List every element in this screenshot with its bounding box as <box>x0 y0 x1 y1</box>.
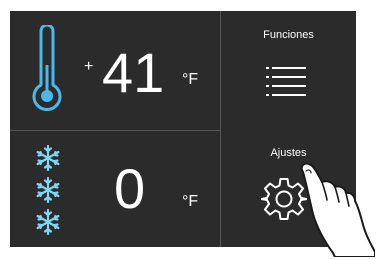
temperature-sign: + <box>84 58 94 75</box>
functions-label: Funciones <box>263 29 314 41</box>
menu-icon <box>266 67 306 96</box>
fridge-temperature-section[interactable]: + 41 °F <box>10 11 220 130</box>
freezer-temperature-value: 0 <box>114 157 146 220</box>
freezer-temperature-unit: °F <box>182 193 199 210</box>
freezer-temperature-section[interactable]: 0 °F <box>10 131 220 247</box>
snowflake-icon <box>36 145 60 236</box>
thermometer-icon <box>32 25 62 111</box>
functions-button[interactable]: Funciones <box>221 11 356 129</box>
pointing-hand-icon <box>300 162 375 257</box>
fridge-temperature-value: 41 <box>102 41 165 104</box>
fridge-temperature-unit: °F <box>182 71 199 88</box>
